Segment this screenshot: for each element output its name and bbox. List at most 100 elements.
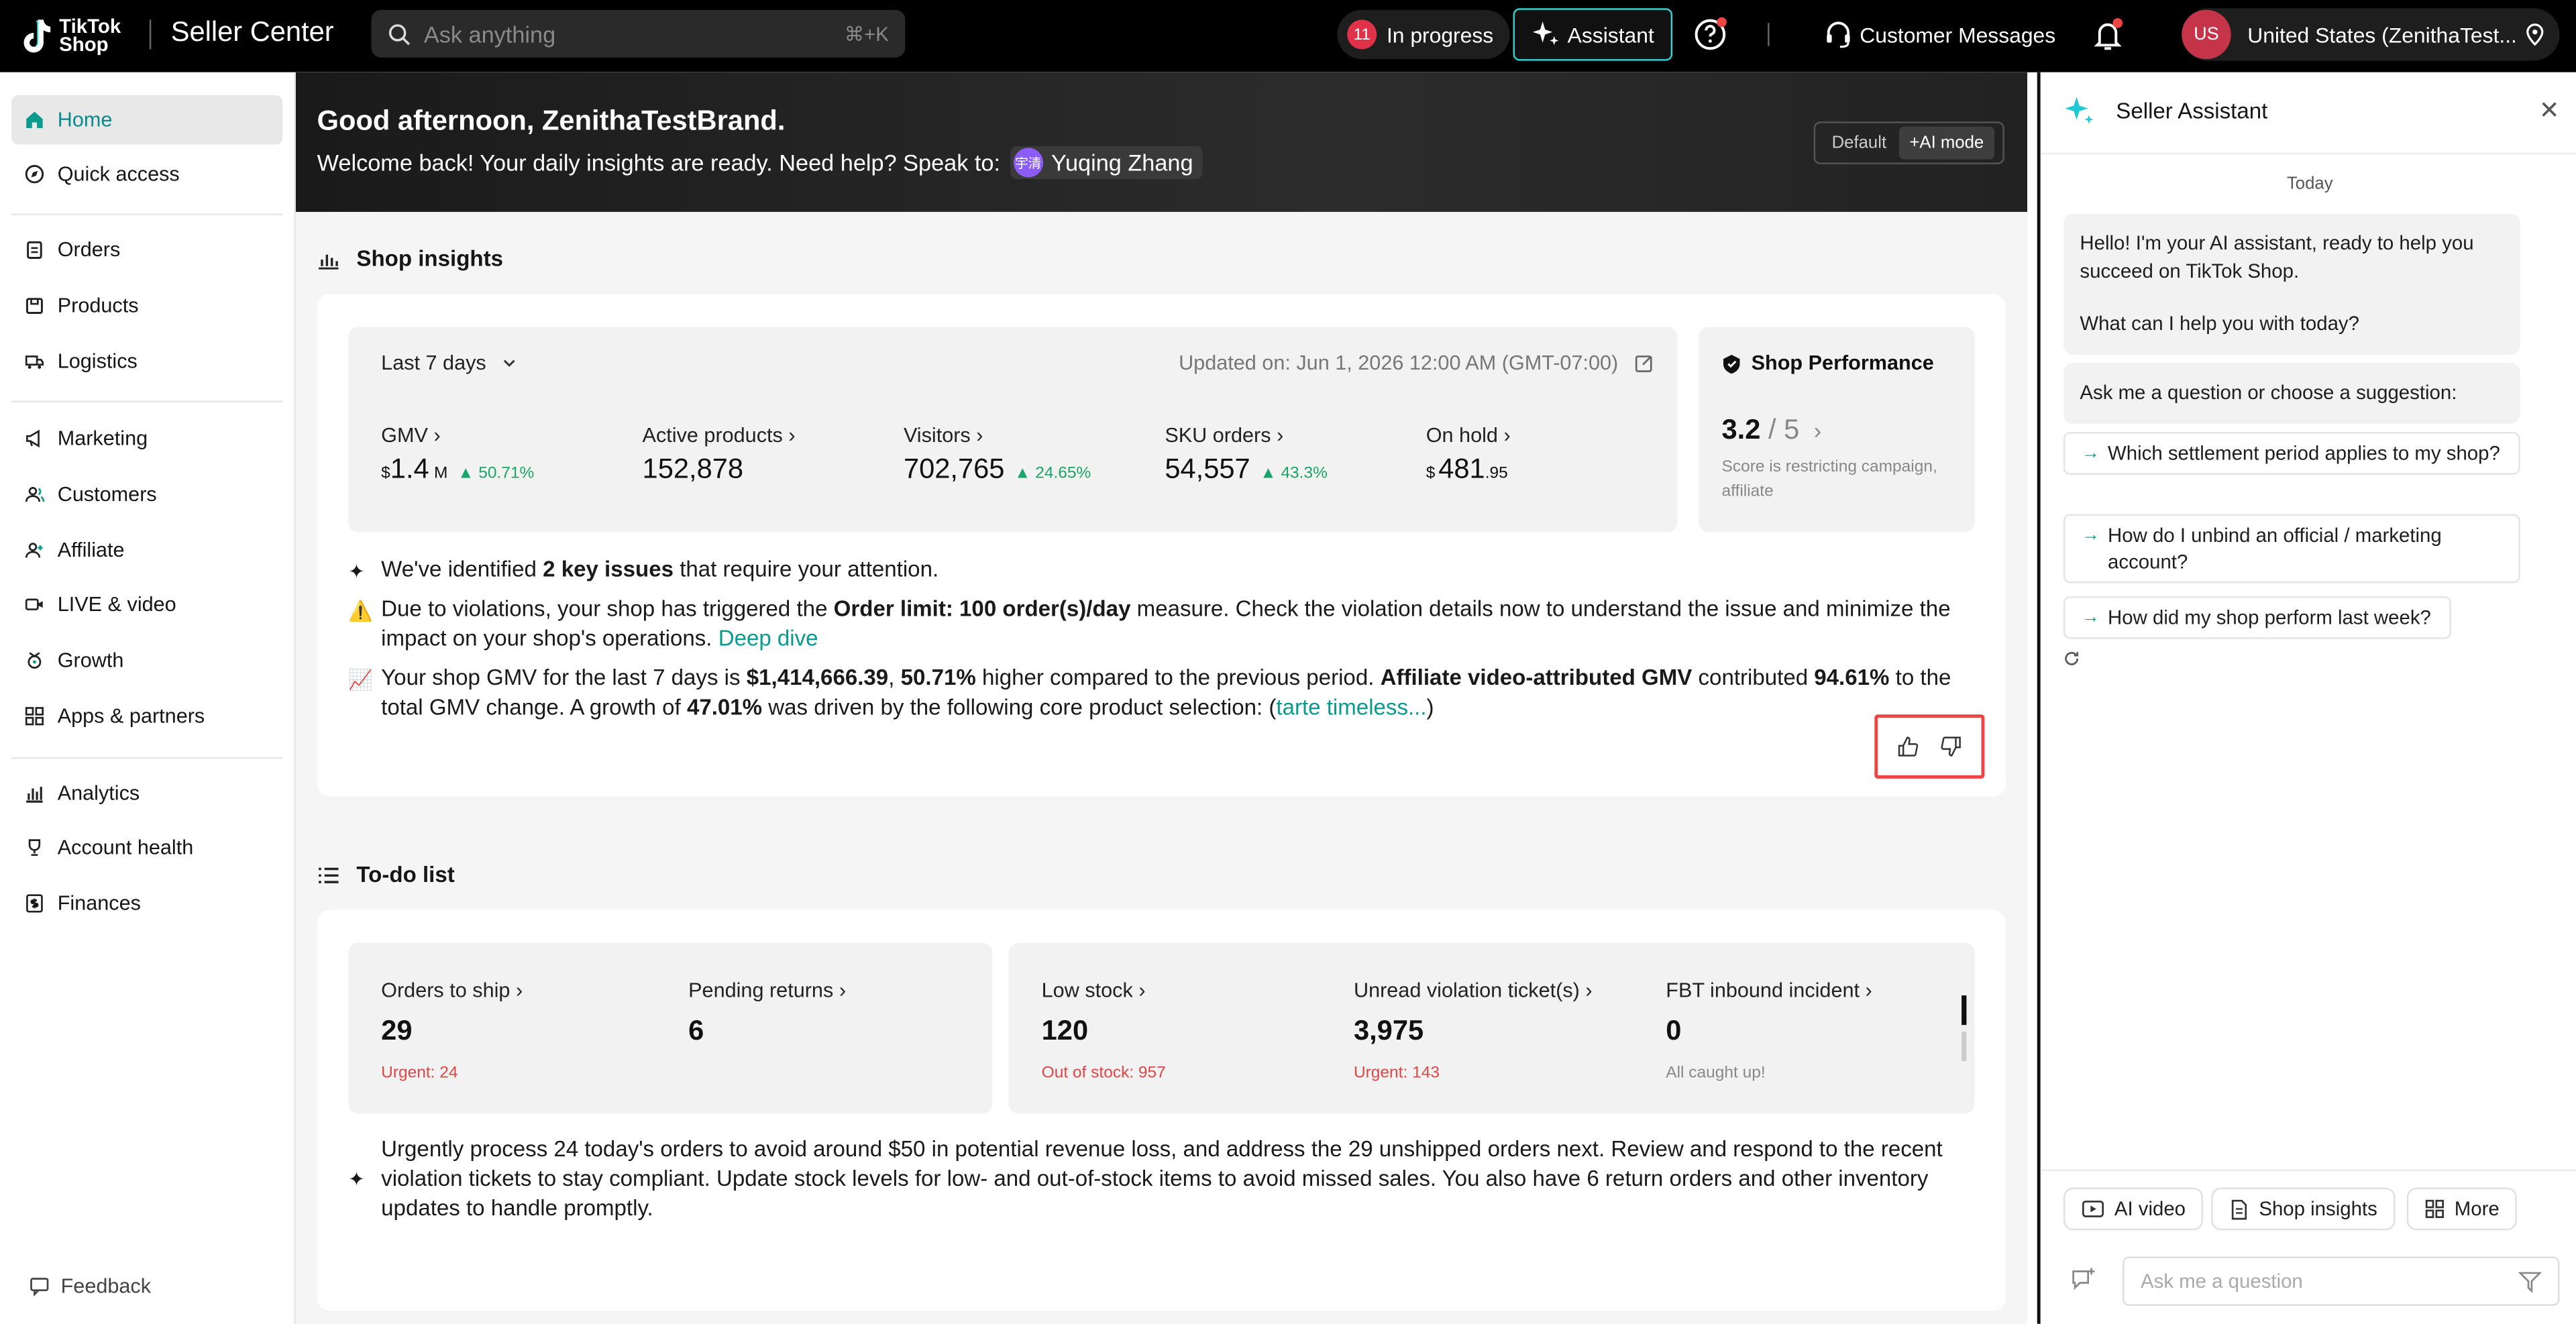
todo-fbt-incident[interactable]: FBT inbound incident › 0 All caught up!: [1666, 979, 1872, 1083]
todo-violation-tickets[interactable]: Unread violation ticket(s) › 3,975 Urgen…: [1354, 979, 1593, 1083]
sidebar-item-home[interactable]: Home: [11, 95, 283, 145]
metric-visitors[interactable]: Visitors › 702,765 ▲ 24.65%: [904, 424, 1091, 486]
feedback-button[interactable]: Feedback: [30, 1274, 151, 1298]
metric-value: 702,765: [903, 453, 1005, 485]
todo-value: 0: [1666, 1015, 1682, 1047]
todo-low-stock[interactable]: Low stock › 120 Out of stock: 957: [1042, 979, 1166, 1083]
sidebar-item-live-video[interactable]: LIVE & video: [11, 580, 282, 628]
insight-bold: $1,414,666.39: [746, 665, 889, 690]
suggestion-item[interactable]: → How did my shop perform last week?: [2063, 596, 2451, 639]
insight-bold: Order limit: 100 order(s)/day: [833, 596, 1131, 621]
sidebar-item-products[interactable]: Products: [11, 281, 282, 330]
metric-label: Active products: [642, 423, 783, 447]
ask-question-input[interactable]: [2141, 1270, 2519, 1293]
sidebar-divider: [11, 400, 283, 403]
metric-gmv[interactable]: GMV › $1.4 M ▲ 50.71%: [381, 424, 534, 486]
deep-dive-link[interactable]: Deep dive: [718, 626, 818, 651]
suggestion-item[interactable]: → Which settlement period applies to my …: [2063, 432, 2520, 475]
greeting-title: Good afternoon, ZenithaTestBrand.: [317, 105, 786, 137]
in-progress-button[interactable]: 11 In progress: [1337, 9, 1510, 60]
shield-icon: [1723, 353, 1740, 373]
sidebar-item-customers[interactable]: Customers: [11, 470, 282, 518]
chevron-right-icon: ›: [1503, 423, 1511, 447]
metric-change: ▲ 50.71%: [458, 465, 535, 484]
headset-icon: [1827, 21, 1850, 48]
metric-prefix: $: [1426, 465, 1436, 484]
todo-value: 120: [1041, 1015, 1089, 1047]
period-selector[interactable]: Last 7 days: [381, 351, 518, 374]
insight-violation: ⚠️ Due to violations, your shop has trig…: [348, 595, 1958, 654]
notification-bell-icon[interactable]: [2090, 16, 2126, 52]
suggestion-item[interactable]: → How do I unbind an official / marketin…: [2063, 514, 2520, 584]
metric-value: 1.4: [390, 453, 429, 485]
chevron-right-icon: ›: [1585, 979, 1593, 1002]
account-switcher[interactable]: US United States (ZenithaTest...: [2182, 8, 2560, 61]
scrollbar-thumb[interactable]: [1962, 995, 1967, 1026]
account-label: United States (ZenithaTest...: [2247, 22, 2517, 47]
search-input[interactable]: [423, 20, 845, 47]
metric-sku-orders[interactable]: SKU orders › 54,557 ▲ 43.3%: [1165, 424, 1328, 486]
product-link[interactable]: tarte timeless...: [1276, 695, 1426, 720]
mode-default-button[interactable]: Default: [1819, 133, 1900, 152]
assistant-prompt-bubble: Ask me a question or choose a suggestion…: [2063, 363, 2520, 423]
shop-performance-panel[interactable]: Shop Performance 3.2 / 5 › Score is rest…: [1699, 327, 1975, 533]
todo-orders-to-ship[interactable]: Orders to ship › 29 Urgent: 24: [381, 979, 523, 1083]
thumbs-down-icon[interactable]: [1940, 736, 1962, 757]
thumbs-up-icon[interactable]: [1898, 736, 1919, 757]
global-search[interactable]: ⌘+K: [371, 9, 906, 58]
metric-suffix: .95: [1485, 465, 1508, 484]
arrow-right-icon: →: [2081, 443, 2100, 463]
chevron-down-icon: [504, 360, 516, 367]
topbar-divider: [1768, 23, 1770, 46]
sidebar-item-marketing[interactable]: Marketing: [11, 414, 282, 463]
help-icon[interactable]: [1692, 16, 1728, 52]
metric-on-hold[interactable]: On hold › $481.95: [1426, 424, 1511, 486]
more-chip[interactable]: More: [2406, 1187, 2518, 1231]
todo-label: Unread violation ticket(s): [1353, 979, 1580, 1002]
sidebar-item-growth[interactable]: Growth: [11, 636, 282, 685]
sidebar-item-finances[interactable]: Finances: [11, 879, 282, 928]
todo-pending-returns[interactable]: Pending returns › 6: [688, 979, 846, 1048]
sidebar-item-affiliate[interactable]: Affiliate: [11, 526, 282, 575]
assistant-button[interactable]: Assistant: [1513, 8, 1673, 61]
sidebar-item-quick-access[interactable]: Quick access: [11, 150, 282, 199]
shop-insights-title: Shop insights: [356, 246, 504, 272]
customer-messages-button[interactable]: Customer Messages: [1823, 19, 2055, 49]
period-label: Last 7 days: [381, 351, 486, 375]
score-value: 3.2: [1721, 414, 1761, 445]
todo-label: Low stock: [1041, 979, 1133, 1002]
sidebar-divider: [11, 757, 283, 759]
tiktok-shop-logo[interactable]: TikTok Shop: [19, 13, 121, 60]
todo-sub: All caught up!: [1666, 1064, 1766, 1083]
sidebar-item-label: Customers: [57, 483, 157, 506]
sidebar-item-logistics[interactable]: Logistics: [11, 337, 282, 386]
sidebar-item-analytics[interactable]: Analytics: [11, 769, 282, 818]
account-manager-chip[interactable]: 宇清 Yuqing Zhang: [1010, 146, 1203, 179]
sidebar-item-label: Account health: [57, 836, 194, 859]
insight-text: was driven by the following core product…: [762, 694, 1277, 720]
greeting-text: Hello! I'm your AI assistant, ready to h…: [2080, 231, 2474, 282]
app-title: Seller Center: [170, 16, 334, 48]
mode-ai-button[interactable]: +AI mode: [1899, 126, 1994, 160]
insight-text: contributed: [1692, 665, 1815, 690]
sidebar-item-apps-partners[interactable]: Apps & partners: [11, 692, 282, 740]
ask-question-field[interactable]: [2123, 1256, 2560, 1306]
truck-icon: [25, 355, 44, 369]
welcome-message: Welcome back! Your daily insights are re…: [317, 149, 1001, 176]
metric-active-products[interactable]: Active products › 152,878: [643, 424, 796, 486]
greeting-question: What can I help you with today?: [2080, 312, 2360, 335]
refresh-icon[interactable]: [2063, 651, 2080, 667]
close-icon[interactable]: ✕: [2539, 95, 2560, 125]
shop-insights-chip[interactable]: Shop insights: [2211, 1187, 2396, 1231]
insight-text: ): [1426, 694, 1434, 720]
sidebar-item-account-health[interactable]: Account health: [11, 823, 282, 872]
metric-prefix: $: [381, 465, 390, 484]
new-chat-icon[interactable]: [2070, 1266, 2096, 1292]
insight-text: higher compared to the previous period.: [975, 665, 1381, 690]
send-icon[interactable]: [2518, 1270, 2542, 1293]
top-bar: TikTok Shop Seller Center ⌘+K 11 In prog…: [0, 0, 2576, 72]
edit-icon[interactable]: [1635, 353, 1654, 373]
sidebar-item-label: Analytics: [57, 781, 140, 806]
sidebar-item-orders[interactable]: Orders: [11, 225, 282, 274]
ai-video-chip[interactable]: AI video: [2063, 1187, 2204, 1231]
